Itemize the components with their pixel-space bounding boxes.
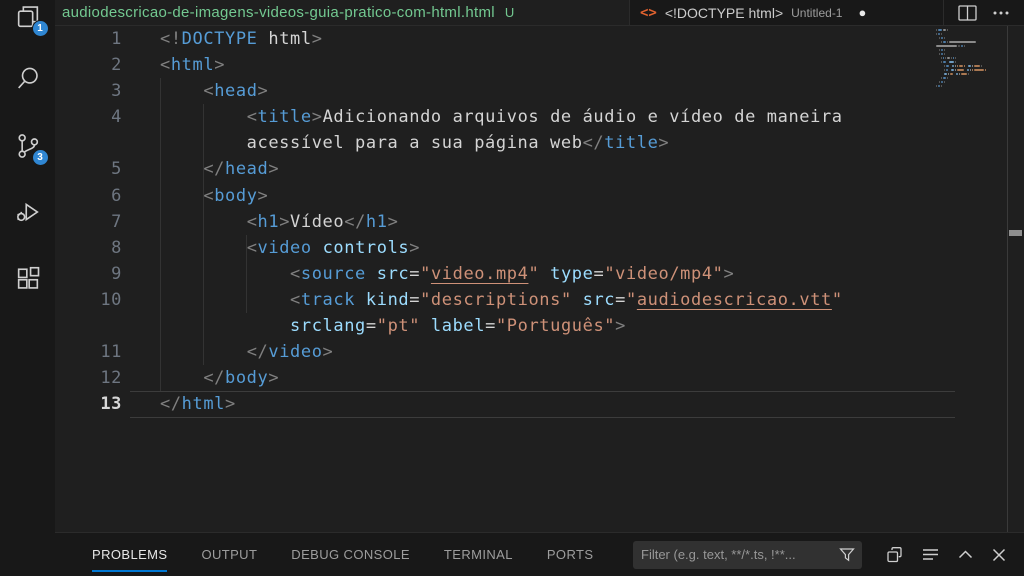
activity-bar: 1 3 — [0, 0, 55, 576]
extensions-icon — [14, 264, 42, 292]
code-text: <source src="video.mp4" type="video/mp4"… — [122, 261, 734, 287]
line-number[interactable]: 4 — [55, 104, 122, 130]
tab-problems[interactable]: PROBLEMS — [92, 533, 167, 576]
code-line[interactable]: 7 <h1>Vídeo</h1> — [55, 209, 1007, 235]
line-number[interactable]: 6 — [55, 183, 122, 209]
tab-terminal[interactable]: TERMINAL — [444, 533, 513, 576]
code-text: <head> — [122, 78, 268, 104]
files-icon: 1 — [14, 3, 42, 31]
tab-ports[interactable]: PORTS — [547, 533, 594, 576]
untitled-tab-label: <!DOCTYPE html> — [665, 5, 783, 21]
code-line[interactable]: 1<!DOCTYPE html> — [55, 26, 1007, 52]
copy-icon[interactable] — [886, 546, 903, 563]
tab-output[interactable]: OUTPUT — [201, 533, 257, 576]
code-text: <body> — [122, 183, 268, 209]
code-text: <h1>Vídeo</h1> — [122, 209, 398, 235]
panel-actions — [886, 546, 1024, 563]
code-line[interactable]: 6 <body> — [55, 183, 1007, 209]
code-line[interactable]: srclang="pt" label="Português"> — [55, 313, 1007, 339]
code-line[interactable]: 9 <source src="video.mp4" type="video/mp… — [55, 261, 1007, 287]
split-editor-icon[interactable] — [958, 5, 977, 21]
more-actions-icon[interactable] — [992, 10, 1010, 16]
line-number[interactable]: 10 — [55, 287, 122, 313]
git-untracked-badge: U — [505, 5, 514, 20]
minimap[interactable] — [936, 29, 998, 89]
line-number[interactable]: 9 — [55, 261, 122, 287]
bottom-panel: PROBLEMS OUTPUT DEBUG CONSOLE TERMINAL P… — [55, 532, 1024, 576]
code-text: <!DOCTYPE html> — [122, 26, 323, 52]
code-line[interactable]: 12 </body> — [55, 365, 1007, 391]
panel-tabs: PROBLEMS OUTPUT DEBUG CONSOLE TERMINAL P… — [92, 533, 593, 576]
run-debug-icon — [14, 198, 42, 226]
html-file-icon: <> — [640, 5, 657, 21]
filter-input[interactable] — [641, 547, 839, 562]
code-text: </video> — [122, 339, 333, 365]
sidebar-item-extensions[interactable] — [0, 258, 55, 298]
editor-tab-bar: audiodescricao-de-imagens-videos-guia-pr… — [55, 0, 1024, 26]
code-text: <track kind="descriptions" src="audiodes… — [122, 287, 843, 313]
dirty-indicator-icon: ● — [858, 5, 866, 20]
close-icon[interactable] — [992, 548, 1006, 562]
code-line[interactable]: 2<html> — [55, 52, 1007, 78]
code-text: <title>Adicionando arquivos de áudio e v… — [122, 104, 843, 130]
code-line[interactable]: 10 <track kind="descriptions" src="audio… — [55, 287, 1007, 313]
code-line[interactable]: 4 <title>Adicionando arquivos de áudio e… — [55, 104, 1007, 130]
tab-audiodescricao-file[interactable]: audiodescricao-de-imagens-videos-guia-pr… — [55, 0, 630, 25]
code-line[interactable]: 13</html> — [55, 391, 1007, 417]
sidebar-item-run-debug[interactable] — [0, 192, 55, 232]
editor-actions — [944, 0, 1024, 25]
code-text: <video controls> — [122, 235, 420, 261]
sidebar-item-explorer[interactable]: 1 — [0, 0, 55, 37]
code-text: srclang="pt" label="Português"> — [122, 313, 626, 339]
line-number[interactable]: 2 — [55, 52, 122, 78]
overview-ruler-marker — [1009, 230, 1022, 236]
line-number[interactable]: 3 — [55, 78, 122, 104]
editor-scrollbar[interactable] — [1007, 26, 1024, 532]
source-control-icon: 3 — [14, 132, 42, 160]
code-text: <html> — [122, 52, 225, 78]
explorer-badge: 1 — [32, 20, 49, 37]
line-number[interactable] — [55, 313, 122, 339]
code-text: </html> — [122, 391, 236, 417]
line-number[interactable] — [55, 130, 122, 156]
code-line[interactable]: 11 </video> — [55, 339, 1007, 365]
menu-lines-icon[interactable] — [922, 548, 939, 561]
chevron-up-icon[interactable] — [958, 550, 973, 559]
sidebar-item-search[interactable] — [0, 58, 55, 98]
code-line[interactable]: 5 </head> — [55, 156, 1007, 182]
line-number[interactable]: 12 — [55, 365, 122, 391]
code-line[interactable]: acessível para a sua página web</title> — [55, 130, 1007, 156]
line-number[interactable]: 11 — [55, 339, 122, 365]
line-number[interactable]: 8 — [55, 235, 122, 261]
code-editor[interactable]: 1<!DOCTYPE html>2<html>3 <head>4 <title>… — [55, 26, 1024, 532]
tab-untitled-1[interactable]: <> <!DOCTYPE html> Untitled-1 ● — [630, 0, 944, 25]
filter-icon[interactable] — [839, 547, 855, 562]
untitled-tab-description: Untitled-1 — [791, 6, 842, 20]
problems-filter — [633, 541, 862, 569]
source-control-badge: 3 — [32, 149, 49, 166]
code-area[interactable]: 1<!DOCTYPE html>2<html>3 <head>4 <title>… — [55, 26, 1007, 417]
tab-debug-console[interactable]: DEBUG CONSOLE — [291, 533, 410, 576]
search-icon — [14, 64, 42, 92]
line-number[interactable]: 5 — [55, 156, 122, 182]
code-text: </head> — [122, 156, 279, 182]
code-text: </body> — [122, 365, 279, 391]
sidebar-item-source-control[interactable]: 3 — [0, 126, 55, 166]
line-number[interactable]: 7 — [55, 209, 122, 235]
line-number[interactable]: 1 — [55, 26, 122, 52]
code-line[interactable]: 8 <video controls> — [55, 235, 1007, 261]
line-number[interactable]: 13 — [55, 391, 122, 417]
code-line[interactable]: 3 <head> — [55, 78, 1007, 104]
code-text: acessível para a sua página web</title> — [122, 130, 669, 156]
file-tab-label: audiodescricao-de-imagens-videos-guia-pr… — [62, 4, 495, 21]
